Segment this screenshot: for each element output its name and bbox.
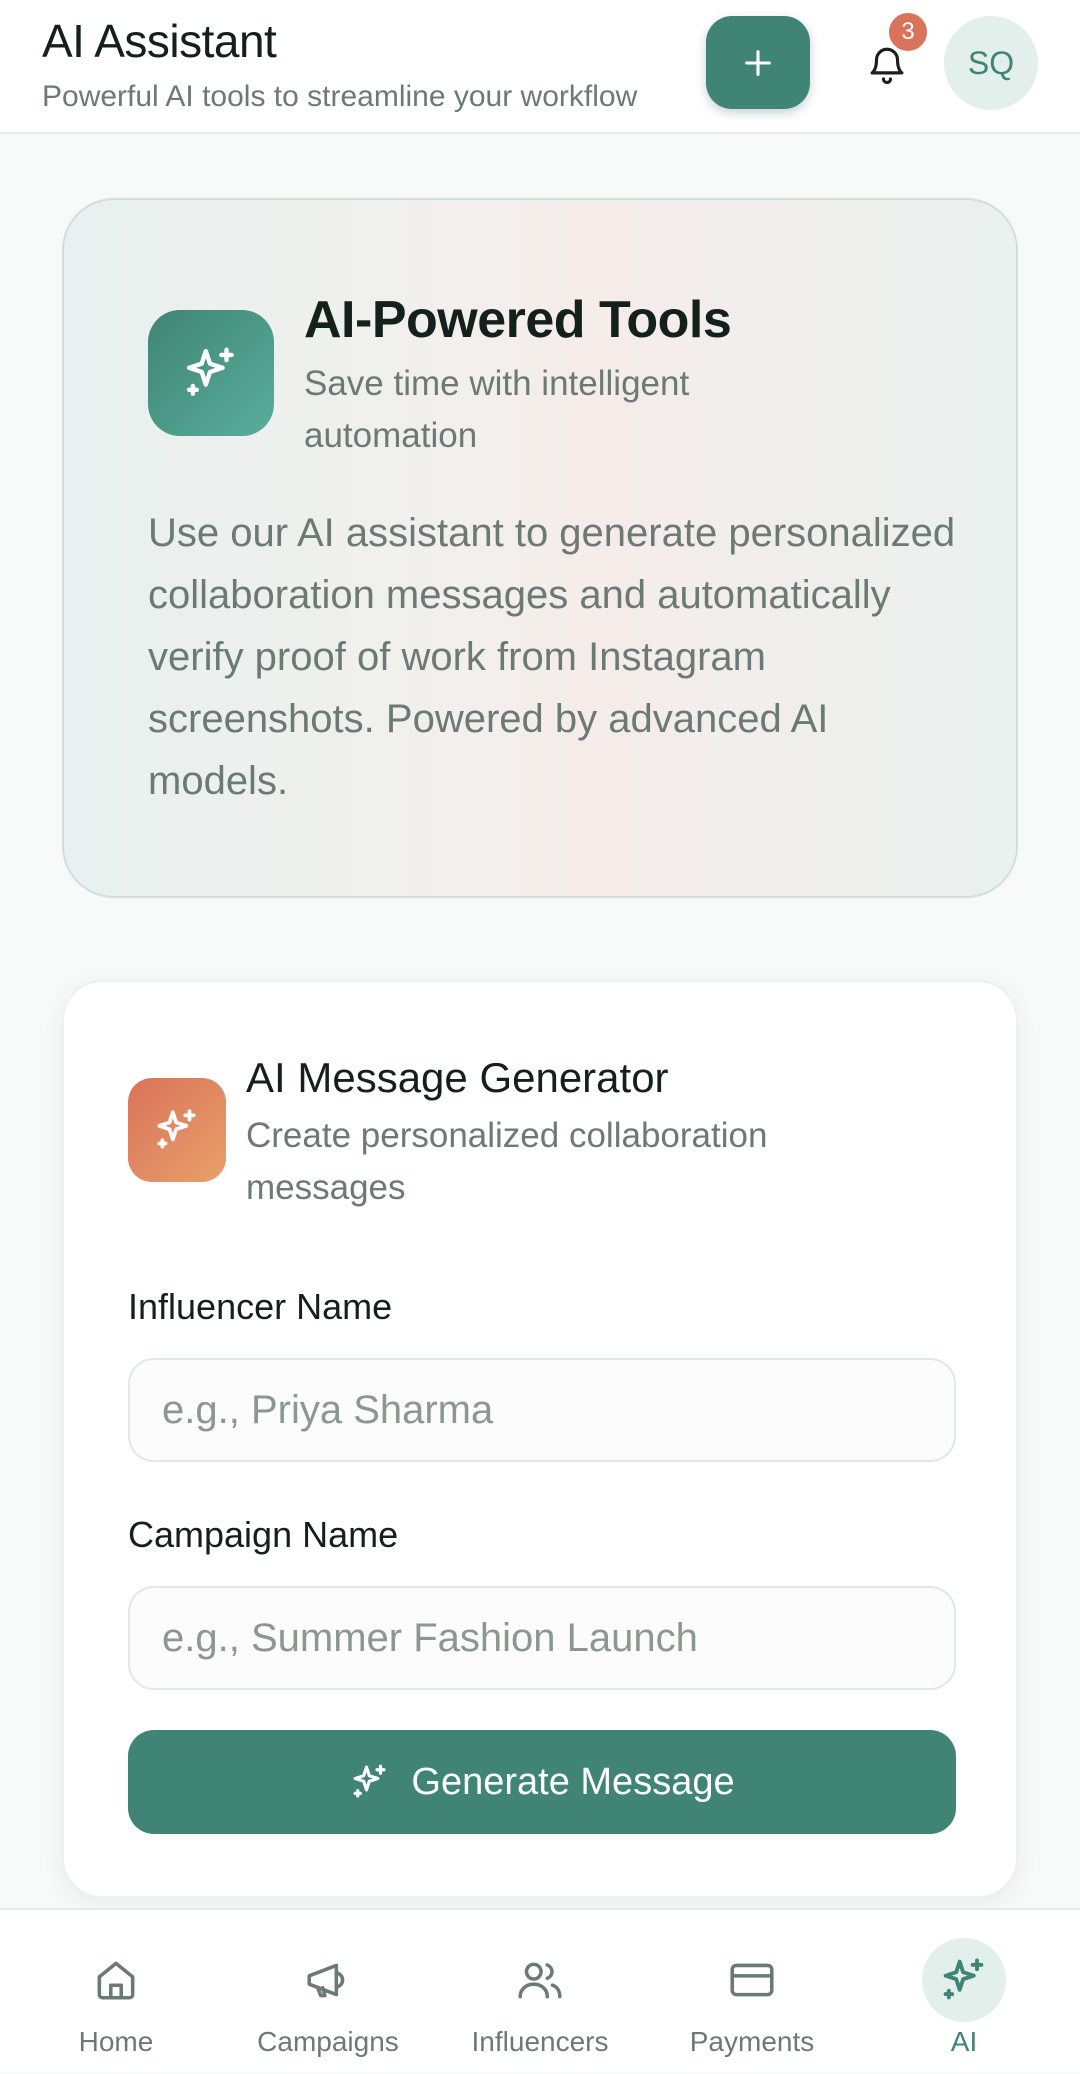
generator-icon-tile [128, 1078, 226, 1182]
nav-item-campaigns[interactable]: Campaigns [222, 1910, 434, 2074]
nav-item-ai[interactable]: AI [858, 1910, 1070, 2074]
sparkles-icon [943, 1958, 984, 2000]
campaign-name-label: Campaign Name [128, 1514, 399, 1555]
campaign-name-input[interactable] [128, 1586, 956, 1690]
influencer-name-input[interactable] [128, 1358, 956, 1462]
add-button[interactable] [706, 16, 810, 109]
nav-item-payments[interactable]: Payments [646, 1910, 858, 2074]
megaphone-icon [307, 1963, 345, 1998]
influencer-name-label: Influencer Name [128, 1286, 393, 1327]
plus-icon [745, 49, 771, 76]
generator-subtitle: Create personalized collaboration messag… [246, 1116, 768, 1207]
bottom-navigation: Home Campaigns Influencers Payments AI [0, 1908, 1080, 2072]
ai-tools-hero-card: AI-Powered Tools Save time with intellig… [62, 198, 1018, 898]
credit-card-icon [730, 1963, 774, 1997]
sparkles-icon [186, 347, 234, 396]
generator-title: AI Message Generator [246, 1054, 669, 1101]
nav-item-influencers[interactable]: Influencers [434, 1910, 646, 2074]
nav-label-payments: Payments [689, 2026, 815, 2057]
hero-icon-tile [148, 310, 274, 436]
notification-badge: 3 [886, 10, 930, 54]
users-icon [518, 1962, 562, 1999]
hero-description: Use our AI assistant to generate persona… [148, 511, 956, 803]
nav-label-home: Home [78, 2026, 154, 2057]
avatar[interactable]: SQ [944, 16, 1038, 110]
nav-label-influencers: Influencers [471, 2026, 609, 2057]
page-title: AI Assistant [42, 15, 277, 67]
home-icon [97, 1961, 135, 2000]
page-subtitle: Powerful AI tools to streamline your wor… [42, 80, 638, 113]
nav-label-ai: AI [950, 2026, 978, 2057]
nav-label-campaigns: Campaigns [257, 2026, 399, 2057]
nav-item-home[interactable]: Home [10, 1910, 222, 2074]
generate-message-button[interactable]: Generate Message [128, 1730, 956, 1834]
hero-subtitle: Save time with intelligent automation [304, 364, 690, 455]
app-header: AI Assistant Powerful AI tools to stream… [0, 0, 1080, 134]
message-generator-card: AI Message Generator Create personalized… [62, 980, 1018, 1898]
sparkles-icon [157, 1109, 196, 1149]
hero-title: AI-Powered Tools [304, 291, 732, 349]
generate-message-label: Generate Message [411, 1760, 735, 1803]
sparkles-icon [353, 1764, 386, 1798]
